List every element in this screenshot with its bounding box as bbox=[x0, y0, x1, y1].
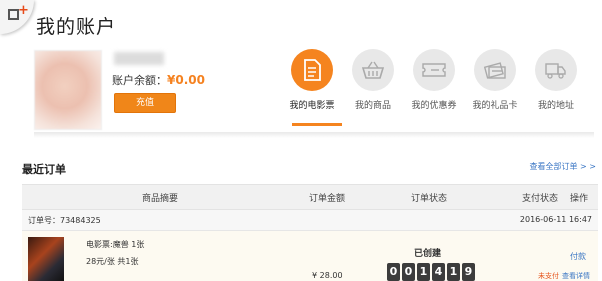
item-price: 28元/张 共1张 bbox=[86, 257, 139, 266]
document-icon bbox=[291, 49, 333, 91]
nav-label: 我的电影票 bbox=[289, 101, 335, 111]
basket-icon bbox=[352, 49, 394, 91]
orders-table: 商品摘要 订单金额 订单状态 支付状态 操作 订单号：73484325 2016… bbox=[22, 184, 598, 281]
gift-card-icon bbox=[474, 49, 516, 91]
username bbox=[114, 52, 164, 65]
nav-item-coupons[interactable]: 我的优惠券 bbox=[402, 49, 466, 111]
balance-row: 账户余额：¥0.00 bbox=[112, 72, 205, 88]
balance-label: 账户余额： bbox=[112, 74, 167, 87]
order-amount: ¥ 28.00 bbox=[312, 271, 343, 280]
account-card: + 我的账户 账户余额：¥0.00 充值 我的电影票 我的商品 我的优惠券 我的… bbox=[0, 0, 602, 140]
order-number: 订单号：73484325 bbox=[28, 216, 101, 225]
truck-icon bbox=[535, 49, 577, 91]
pay-status: 未支付 bbox=[538, 272, 559, 280]
avatar bbox=[34, 50, 102, 130]
recharge-button[interactable]: 充值 bbox=[114, 93, 176, 113]
order-status: 已创建 bbox=[414, 249, 442, 259]
pay-link[interactable]: 付款 bbox=[570, 251, 586, 262]
divider bbox=[34, 132, 594, 138]
recent-orders-title: 最近订单 bbox=[22, 163, 66, 176]
countdown-digit: 0 bbox=[387, 263, 400, 281]
column-header: 操作 bbox=[570, 194, 589, 204]
nav-label: 我的地址 bbox=[537, 101, 574, 111]
page-title: 我的账户 bbox=[36, 16, 117, 38]
item-name[interactable]: 电影票:魔兽 1张 bbox=[86, 239, 144, 250]
active-tab-indicator bbox=[292, 123, 342, 126]
column-header: 支付状态 bbox=[522, 194, 559, 204]
table-header: 商品摘要 订单金额 订单状态 支付状态 操作 bbox=[22, 184, 598, 210]
countdown-digit: 1 bbox=[417, 263, 430, 281]
view-all-orders-link[interactable]: 查看全部订单 > > bbox=[530, 161, 597, 172]
nav-label: 我的优惠券 bbox=[411, 101, 457, 111]
countdown-digit: 9 bbox=[462, 263, 475, 281]
column-header: 订单状态 bbox=[411, 194, 448, 204]
nav-item-products[interactable]: 我的商品 bbox=[341, 49, 405, 111]
countdown-digit: 1 bbox=[447, 263, 460, 281]
add-icon[interactable]: + bbox=[0, 0, 34, 34]
column-header: 商品摘要 bbox=[142, 194, 179, 204]
movie-poster[interactable] bbox=[28, 237, 64, 281]
view-detail-link[interactable]: 查看详情 bbox=[562, 271, 590, 281]
column-header: 订单金额 bbox=[309, 194, 346, 204]
coupon-icon bbox=[413, 49, 455, 91]
countdown-digit: 4 bbox=[432, 263, 445, 281]
nav-item-addresses[interactable]: 我的地址 bbox=[524, 49, 588, 111]
countdown-digit: 0 bbox=[402, 263, 415, 281]
order-header-bar: 订单号：73484325 2016-06-11 16:47 bbox=[22, 210, 598, 231]
balance-value: ¥0.00 bbox=[167, 73, 205, 87]
order-time: 2016-06-11 16:47 bbox=[519, 215, 592, 224]
countdown-timer: 0 0 1 4 1 9 bbox=[387, 263, 475, 281]
nav-label: 我的礼品卡 bbox=[472, 101, 518, 111]
nav-label: 我的商品 bbox=[354, 101, 391, 111]
table-row: 电影票:魔兽 1张 28元/张 共1张 ¥ 28.00 已创建 0 0 1 4 … bbox=[22, 231, 598, 281]
nav-item-movie-tickets[interactable]: 我的电影票 bbox=[280, 49, 344, 111]
nav-item-gift-cards[interactable]: 我的礼品卡 bbox=[463, 49, 527, 111]
